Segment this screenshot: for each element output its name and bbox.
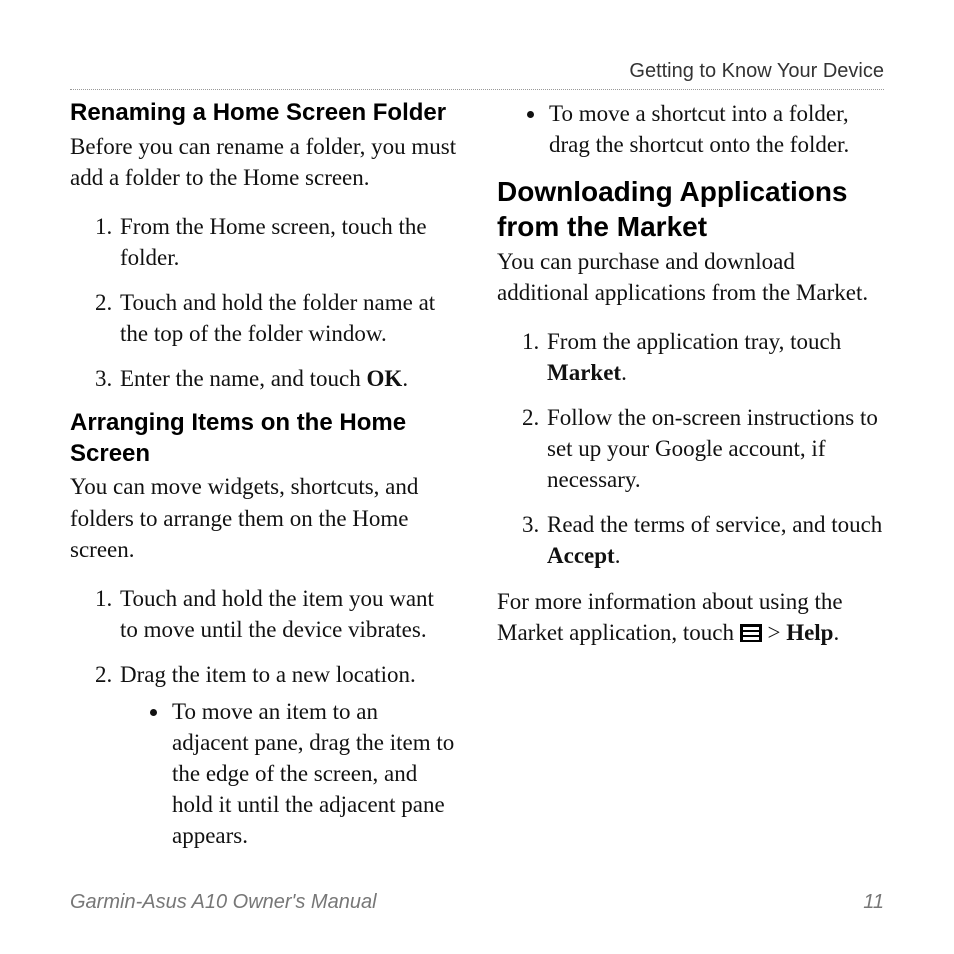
heading-arranging-items: Arranging Items on the Home Screen <box>70 408 457 469</box>
heading-renaming-folder: Renaming a Home Screen Folder <box>70 98 457 129</box>
text: > <box>762 620 786 645</box>
bold-accept: Accept <box>547 543 615 568</box>
list-item: From the application tray, touch Market. <box>545 326 884 388</box>
steps-market: From the application tray, touch Market.… <box>497 326 884 571</box>
sub-bullets: To move an item to an adjacent pane, dra… <box>120 696 457 851</box>
content-columns: Renaming a Home Screen Folder Before you… <box>70 98 884 865</box>
list-item: To move a shortcut into a folder, drag t… <box>547 98 884 160</box>
list-item: Enter the name, and touch OK. <box>118 363 457 394</box>
steps-arranging: Touch and hold the item you want to move… <box>70 583 457 851</box>
text: From the application tray, touch <box>547 329 841 354</box>
heading-downloading-apps: Downloading Applications from the Market <box>497 174 884 244</box>
text: . <box>402 366 408 391</box>
paragraph: Before you can rename a folder, you must… <box>70 131 457 193</box>
menu-icon <box>740 624 762 642</box>
steps-renaming: From the Home screen, touch the folder. … <box>70 211 457 394</box>
text: . <box>615 543 621 568</box>
paragraph: You can move widgets, shortcuts, and fol… <box>70 471 457 564</box>
paragraph: You can purchase and download additional… <box>497 246 884 308</box>
list-item: Touch and hold the folder name at the to… <box>118 287 457 349</box>
bold-help: Help <box>786 620 833 645</box>
list-item: Drag the item to a new location. To move… <box>118 659 457 851</box>
list-item: Touch and hold the item you want to move… <box>118 583 457 645</box>
page-header-section: Getting to Know Your Device <box>70 60 884 90</box>
text: . <box>621 360 627 385</box>
page-footer: Garmin-Asus A10 Owner's Manual 11 <box>70 891 884 914</box>
continuation-bullets: To move a shortcut into a folder, drag t… <box>497 98 884 160</box>
list-item: From the Home screen, touch the folder. <box>118 211 457 273</box>
right-column: To move a shortcut into a folder, drag t… <box>497 98 884 865</box>
list-item: Follow the on-screen instructions to set… <box>545 402 884 495</box>
paragraph-more-info: For more information about using the Mar… <box>497 586 884 648</box>
bold-ok: OK <box>367 366 403 391</box>
text: Drag the item to a new location. <box>120 662 416 687</box>
text: Read the terms of service, and touch <box>547 512 882 537</box>
manual-title: Garmin-Asus A10 Owner's Manual <box>70 891 377 914</box>
bold-market: Market <box>547 360 621 385</box>
text: . <box>833 620 839 645</box>
list-item: Read the terms of service, and touch Acc… <box>545 509 884 571</box>
list-item: To move an item to an adjacent pane, dra… <box>170 696 457 851</box>
text: Enter the name, and touch <box>120 366 367 391</box>
left-column: Renaming a Home Screen Folder Before you… <box>70 98 457 865</box>
page-number: 11 <box>863 891 884 914</box>
